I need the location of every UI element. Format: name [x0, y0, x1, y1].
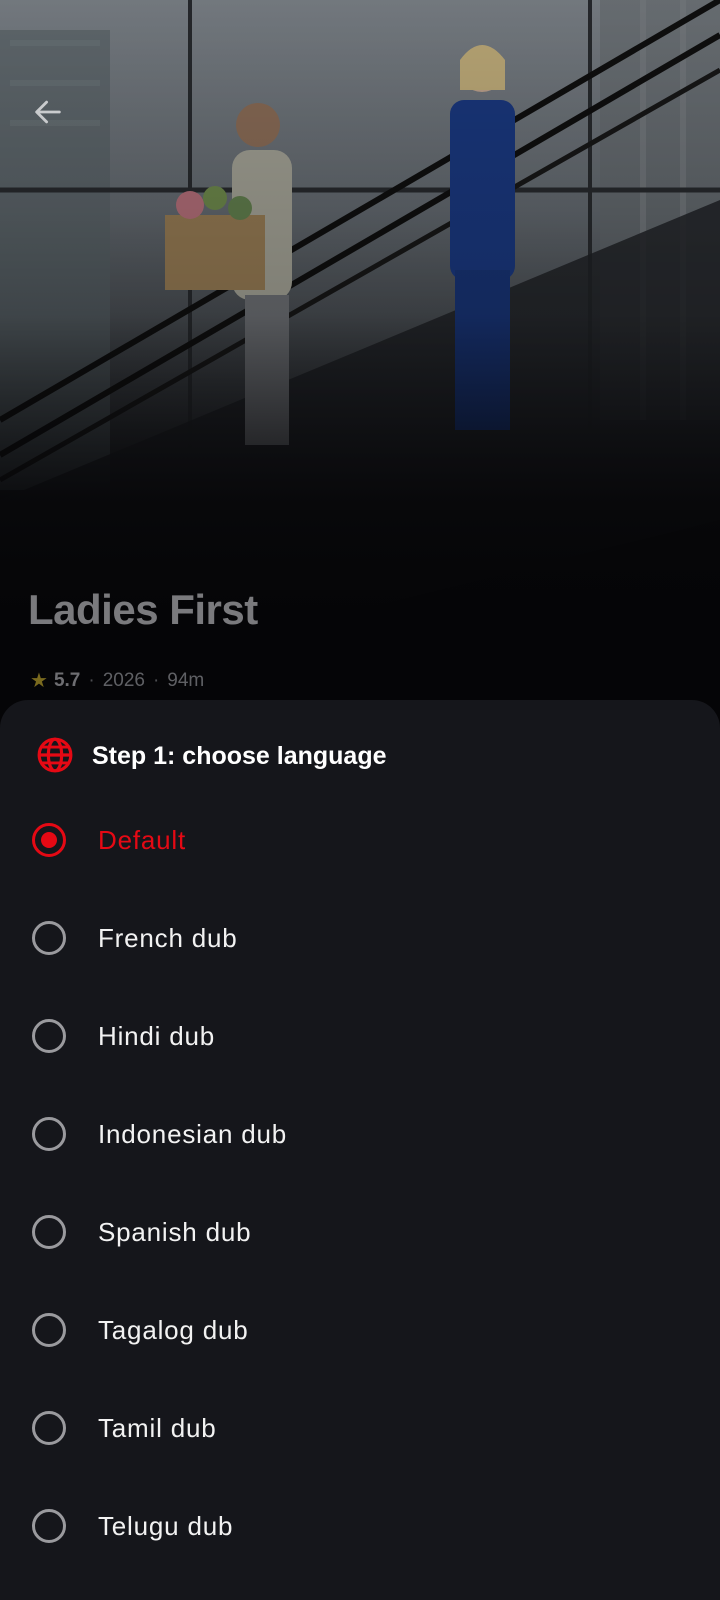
back-button[interactable] [22, 86, 74, 138]
language-bottom-sheet: Step 1: choose language Default French d… [0, 700, 720, 1600]
option-label: Tagalog dub [98, 1314, 249, 1345]
language-option-spanish[interactable]: Spanish dub [0, 1183, 720, 1281]
movie-title: Ladies First [28, 586, 258, 633]
option-label: Indonesian dub [98, 1118, 288, 1149]
language-options: Default French dub Hindi dub Indonesian … [0, 791, 720, 1575]
language-option-indonesian[interactable]: Indonesian dub [0, 1085, 720, 1183]
option-label: Tamil dub [98, 1412, 217, 1443]
language-option-french[interactable]: French dub [0, 889, 720, 987]
language-option-telugu[interactable]: Telugu dub [0, 1477, 720, 1575]
meta-separator: · [152, 669, 160, 691]
option-label: Telugu dub [98, 1510, 234, 1541]
arrow-left-icon [35, 100, 61, 124]
meta-separator: · [88, 669, 95, 691]
movie-meta: ★ 5.7 · 2026 · 94m [30, 668, 204, 693]
radio-selected-icon[interactable] [32, 823, 66, 857]
option-label: French dub [98, 922, 238, 953]
radio-unselected-icon[interactable] [32, 1509, 66, 1543]
language-option-hindi[interactable]: Hindi dub [0, 987, 720, 1085]
movie-duration: 94m [167, 669, 205, 691]
radio-unselected-icon[interactable] [32, 1019, 66, 1053]
radio-unselected-icon[interactable] [32, 1313, 66, 1347]
option-label: Default [98, 824, 186, 855]
movie-rating: 5.7 [53, 669, 81, 691]
radio-unselected-icon[interactable] [32, 921, 66, 955]
language-option-tamil[interactable]: Tamil dub [0, 1379, 720, 1477]
movie-year: 2026 [102, 669, 145, 691]
radio-unselected-icon[interactable] [32, 1411, 66, 1445]
sheet-title: Step 1: choose language [92, 741, 387, 770]
radio-unselected-icon[interactable] [32, 1117, 66, 1151]
radio-unselected-icon[interactable] [32, 1215, 66, 1249]
star-icon: ★ [30, 670, 48, 692]
language-option-tagalog[interactable]: Tagalog dub [0, 1281, 720, 1379]
language-option-default[interactable]: Default [0, 791, 720, 889]
option-label: Spanish dub [98, 1216, 252, 1247]
globe-icon [36, 736, 76, 776]
sheet-header: Step 1: choose language [36, 736, 387, 776]
option-label: Hindi dub [98, 1020, 216, 1051]
